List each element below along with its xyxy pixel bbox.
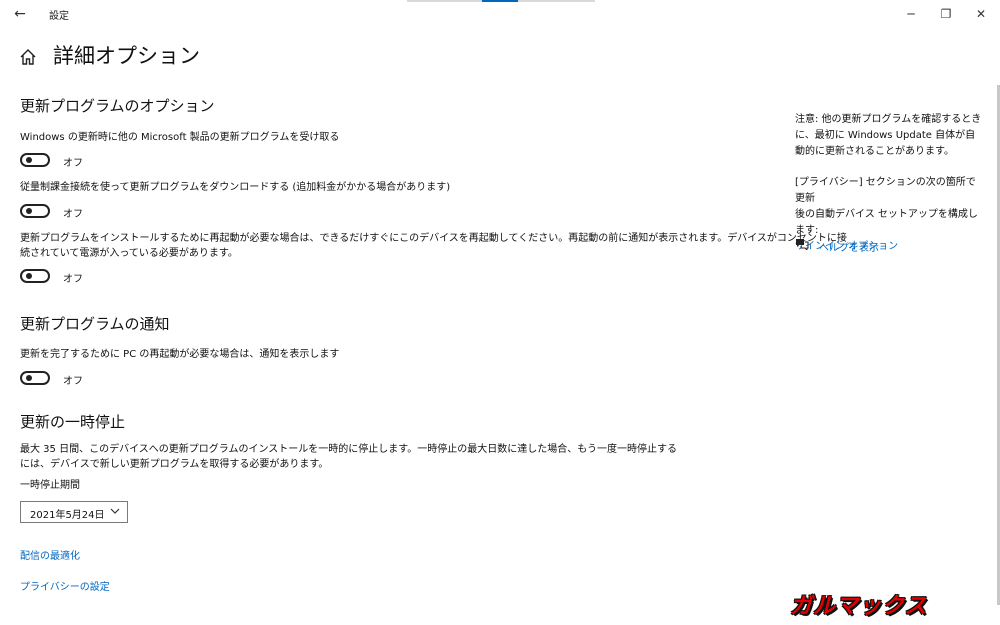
sidebar-note: 注意: 他の更新プログラムを確認するとき に、最初に Windows Updat… — [795, 112, 985, 160]
sidebar-privacy-line: 後の自動デバイス セットアップを構成します: — [795, 209, 978, 236]
privacy-settings-link[interactable]: プライバシーの設定 — [20, 578, 110, 593]
sidebar-note-line: に、最初に Windows Update 自体が自 — [795, 130, 976, 141]
toggle-knob — [26, 157, 32, 163]
sidebar-note-line: 注意: 他の更新プログラムを確認するとき — [795, 114, 982, 125]
pause-period-label: 一時停止期間 — [20, 480, 80, 491]
toggle-metered-download[interactable] — [20, 204, 50, 218]
toggle-state-label: オフ — [63, 158, 83, 169]
option-metered-label: 従量制課金接続を使って更新プログラムをダウンロードする (追加料金がかかる場合が… — [20, 182, 451, 193]
sidebar-note-line: 動的に更新されることがあります。 — [795, 146, 954, 157]
update-options-heading: 更新プログラムのオプション — [20, 97, 215, 115]
window-title: 設定 — [49, 11, 69, 22]
notification-restart-label: 更新を完了するために PC の再起動が必要な場合は、通知を表示します — [20, 349, 340, 360]
toggle-restart-asap[interactable] — [20, 269, 50, 283]
pause-description-line1: 最大 35 日間、このデバイスへの更新プログラムのインストールを一時的に停止しま… — [20, 444, 677, 455]
close-button[interactable]: ✕ — [969, 4, 993, 24]
home-icon[interactable] — [18, 47, 38, 67]
title-bar: ← 設定 ─ ❐ ✕ — [0, 0, 1000, 28]
minimize-button[interactable]: ─ — [899, 4, 923, 24]
watermark-logo: ガルマックス — [790, 594, 928, 619]
toggle-state-label: オフ — [63, 376, 83, 387]
option-restart-label-line2: 続されていて電源が入っている必要があります。 — [20, 248, 238, 259]
help-chat-icon — [796, 239, 809, 250]
get-help-link[interactable]: ヘルプを表示 — [819, 239, 879, 254]
pause-heading: 更新の一時停止 — [20, 413, 126, 431]
notifications-heading: 更新プログラムの通知 — [20, 315, 170, 333]
toggle-state-label: オフ — [63, 209, 83, 220]
toggle-knob — [26, 208, 32, 214]
chevron-down-icon — [110, 508, 120, 514]
option-restart-label-line1: 更新プログラムをインストールするために再起動が必要な場合は、できるだけすぐにこの… — [20, 233, 847, 244]
back-button[interactable]: ← — [11, 5, 29, 23]
toggle-other-products[interactable] — [20, 153, 50, 167]
option-other-products-label: Windows の更新時に他の Microsoft 製品の更新プログラムを受け取… — [20, 132, 340, 143]
pause-description-line2: には、デバイスで新しい更新プログラムを取得する必要があります。 — [20, 459, 329, 470]
toggle-knob — [26, 273, 32, 279]
pause-date-dropdown[interactable]: 2021年5月24日 — [20, 501, 128, 523]
toggle-state-label: オフ — [63, 274, 83, 285]
toggle-knob — [26, 375, 32, 381]
page-title: 詳細オプション — [53, 44, 200, 68]
toggle-restart-notification[interactable] — [20, 371, 50, 385]
restore-button[interactable]: ❐ — [934, 4, 958, 24]
top-strip-accent — [482, 0, 518, 2]
delivery-optimization-link[interactable]: 配信の最適化 — [20, 547, 80, 562]
sidebar-privacy-line: [プライバシー] セクションの次の箇所で更新 — [795, 177, 976, 204]
selected-date: 2021年5月24日 — [30, 510, 105, 521]
